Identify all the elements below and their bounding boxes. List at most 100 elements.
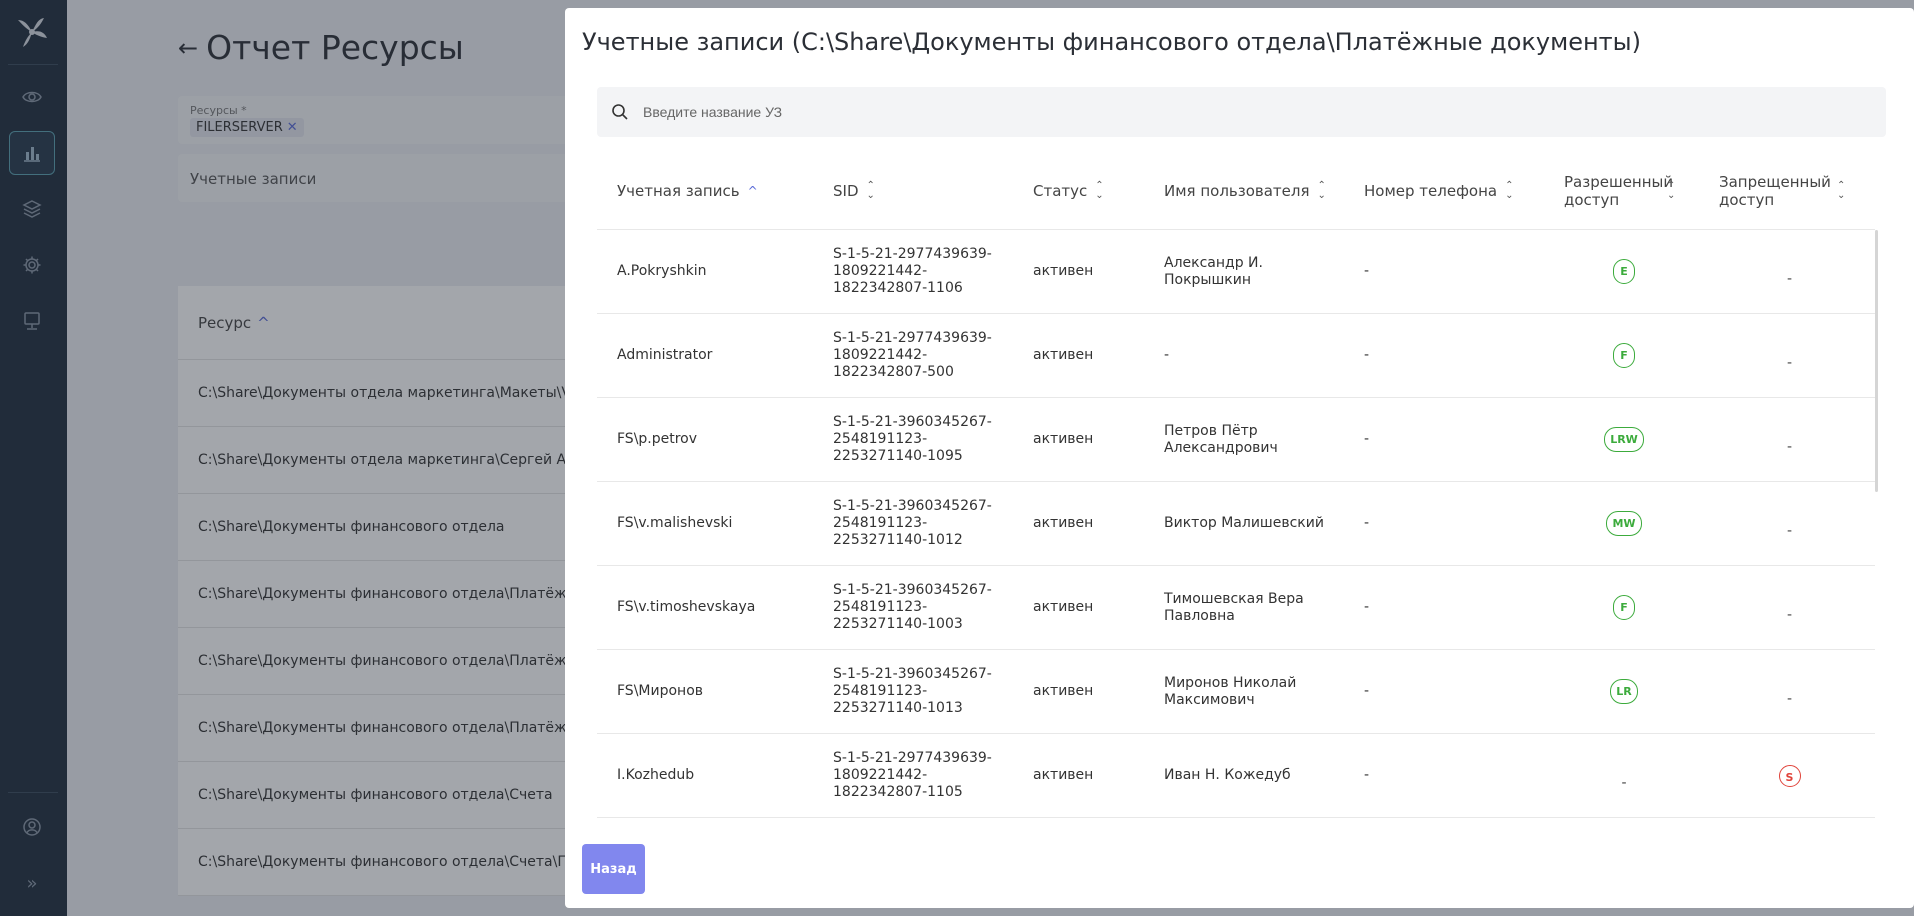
allowed-access-badge: MW bbox=[1606, 511, 1642, 536]
column-label: Разрешенный доступ bbox=[1564, 173, 1674, 209]
cell-status: активен bbox=[1033, 515, 1094, 531]
cell-status: активен bbox=[1033, 431, 1094, 447]
sort-icon: ⌃ ⌄ bbox=[1505, 180, 1514, 201]
back-button[interactable]: Назад bbox=[582, 844, 645, 894]
denied-access-value: - bbox=[1786, 355, 1793, 371]
sort-asc-icon: ^ bbox=[747, 184, 758, 198]
cell-status: активен bbox=[1033, 683, 1094, 699]
cell-allowed: - bbox=[1544, 759, 1704, 792]
column-label: Имя пользователя bbox=[1164, 182, 1310, 200]
column-label: Учетная запись bbox=[617, 182, 740, 200]
modal-title: Учетные записи (C:\Share\Документы финан… bbox=[582, 28, 1641, 56]
cell-denied: - bbox=[1704, 591, 1875, 624]
cell-denied: - bbox=[1704, 255, 1875, 288]
cell-sid: S-1-5-21-3960345267-2548191123-225327114… bbox=[833, 498, 992, 548]
allowed-access-badge: E bbox=[1613, 259, 1635, 284]
cell-status: активен bbox=[1033, 263, 1094, 279]
search-input[interactable] bbox=[643, 104, 1543, 120]
cell-username: Виктор Малишевский bbox=[1164, 515, 1324, 531]
cell-account: FS\Миронов bbox=[617, 683, 704, 699]
table-row[interactable]: FS\Миронов S-1-5-21-3960345267-254819112… bbox=[597, 650, 1875, 734]
sort-icon: ⌃ ⌄ bbox=[1095, 180, 1104, 201]
accounts-modal: Учетные записи (C:\Share\Документы финан… bbox=[565, 8, 1914, 908]
cell-account: I.Kozhedub bbox=[617, 767, 695, 783]
cell-denied: S bbox=[1704, 764, 1875, 787]
cell-account: Administrator bbox=[617, 347, 713, 363]
table-scrollbar[interactable] bbox=[1875, 230, 1878, 492]
cell-account: FS\v.malishevski bbox=[617, 515, 733, 531]
table-row[interactable]: I.Kozhedub S-1-5-21-2977439639-180922144… bbox=[597, 734, 1875, 818]
cell-allowed: F bbox=[1544, 343, 1704, 368]
column-header-sid[interactable]: SID ⌃ ⌄ bbox=[813, 181, 1013, 201]
cell-account: FS\v.timoshevskaya bbox=[617, 599, 756, 615]
search-bar bbox=[597, 87, 1886, 137]
cell-allowed: LR bbox=[1544, 679, 1704, 704]
cell-username: Иван Н. Кожедуб bbox=[1164, 767, 1291, 783]
allowed-access-badge: F bbox=[1613, 343, 1635, 368]
denied-access-value: - bbox=[1786, 271, 1793, 287]
denied-access-value: - bbox=[1786, 439, 1793, 455]
cell-username: Миронов Николай Максимович bbox=[1164, 674, 1297, 708]
cell-username: Тимошевская Вера Павловна bbox=[1164, 590, 1304, 624]
cell-sid: S-1-5-21-3960345267-2548191123-225327114… bbox=[833, 582, 992, 632]
sort-icon: ⌃ ⌄ bbox=[1317, 180, 1326, 201]
column-header-account[interactable]: Учетная запись ^ bbox=[597, 182, 813, 200]
column-header-allowed[interactable]: Разрешенный доступ ⌃ ⌄ bbox=[1544, 173, 1704, 209]
column-header-phone[interactable]: Номер телефона ⌃ ⌄ bbox=[1344, 181, 1544, 201]
cell-sid: S-1-5-21-3960345267-2548191123-225327114… bbox=[833, 414, 992, 464]
sort-icon: ⌃ ⌄ bbox=[1667, 180, 1676, 201]
column-label: Статус bbox=[1033, 182, 1088, 200]
column-label: SID bbox=[833, 182, 859, 200]
column-label: Номер телефона bbox=[1364, 182, 1498, 200]
cell-phone: - bbox=[1364, 347, 1370, 363]
allowed-access-badge: F bbox=[1613, 595, 1635, 620]
allowed-access-value: - bbox=[1621, 775, 1627, 791]
cell-allowed: F bbox=[1544, 595, 1704, 620]
column-label: Запрещенный доступ bbox=[1719, 173, 1831, 209]
cell-phone: - bbox=[1364, 515, 1370, 531]
allowed-access-badge: LRW bbox=[1604, 427, 1644, 452]
cell-allowed: LRW bbox=[1544, 427, 1704, 452]
denied-access-value: - bbox=[1786, 691, 1793, 707]
search-icon bbox=[612, 104, 628, 120]
cell-allowed: E bbox=[1544, 259, 1704, 284]
allowed-access-badge: LR bbox=[1610, 679, 1638, 704]
cell-username: Петров Пётр Александрович bbox=[1164, 422, 1278, 456]
cell-account: A.Pokryshkin bbox=[617, 263, 707, 279]
cell-sid: S-1-5-21-2977439639-1809221442-182234280… bbox=[833, 330, 992, 380]
cell-phone: - bbox=[1364, 431, 1370, 447]
column-header-denied[interactable]: Запрещенный доступ ⌃ ⌄ bbox=[1704, 173, 1875, 209]
cell-phone: - bbox=[1364, 599, 1370, 615]
cell-phone: - bbox=[1364, 263, 1370, 279]
cell-status: активен bbox=[1033, 767, 1094, 783]
accounts-table: Учетная запись ^ SID ⌃ ⌄ Статус ⌃ ⌄ Имя польз… bbox=[597, 153, 1875, 818]
cell-username: - bbox=[1164, 347, 1170, 363]
cell-sid: S-1-5-21-2977439639-1809221442-182234280… bbox=[833, 750, 992, 800]
cell-denied: - bbox=[1704, 675, 1875, 708]
table-row[interactable]: Administrator S-1-5-21-2977439639-180922… bbox=[597, 314, 1875, 398]
sort-icon: ⌃ ⌄ bbox=[866, 180, 875, 201]
cell-allowed: MW bbox=[1544, 511, 1704, 536]
cell-phone: - bbox=[1364, 767, 1370, 783]
table-row[interactable]: FS\v.malishevski S-1-5-21-3960345267-254… bbox=[597, 482, 1875, 566]
cell-username: Александр И. Покрышкин bbox=[1164, 254, 1263, 288]
column-header-status[interactable]: Статус ⌃ ⌄ bbox=[1013, 181, 1144, 201]
cell-sid: S-1-5-21-3960345267-2548191123-225327114… bbox=[833, 666, 992, 716]
cell-denied: - bbox=[1704, 507, 1875, 540]
cell-sid: S-1-5-21-2977439639-1809221442-182234280… bbox=[833, 246, 992, 296]
cell-denied: - bbox=[1704, 339, 1875, 372]
sort-icon: ⌃ ⌄ bbox=[1837, 180, 1846, 201]
denied-access-value: - bbox=[1786, 607, 1793, 623]
cell-status: активен bbox=[1033, 347, 1094, 363]
table-row[interactable]: FS\p.petrov S-1-5-21-3960345267-25481911… bbox=[597, 398, 1875, 482]
denied-access-value: - bbox=[1786, 523, 1793, 539]
cell-status: активен bbox=[1033, 599, 1094, 615]
column-header-username[interactable]: Имя пользователя ⌃ ⌄ bbox=[1144, 181, 1344, 201]
cell-phone: - bbox=[1364, 683, 1370, 699]
table-row[interactable]: A.Pokryshkin S-1-5-21-2977439639-1809221… bbox=[597, 230, 1875, 314]
table-header: Учетная запись ^ SID ⌃ ⌄ Статус ⌃ ⌄ Имя польз… bbox=[597, 153, 1875, 230]
denied-access-badge: S bbox=[1778, 764, 1801, 787]
cell-account: FS\p.petrov bbox=[617, 431, 698, 447]
cell-denied: - bbox=[1704, 423, 1875, 456]
table-row[interactable]: FS\v.timoshevskaya S-1-5-21-3960345267-2… bbox=[597, 566, 1875, 650]
